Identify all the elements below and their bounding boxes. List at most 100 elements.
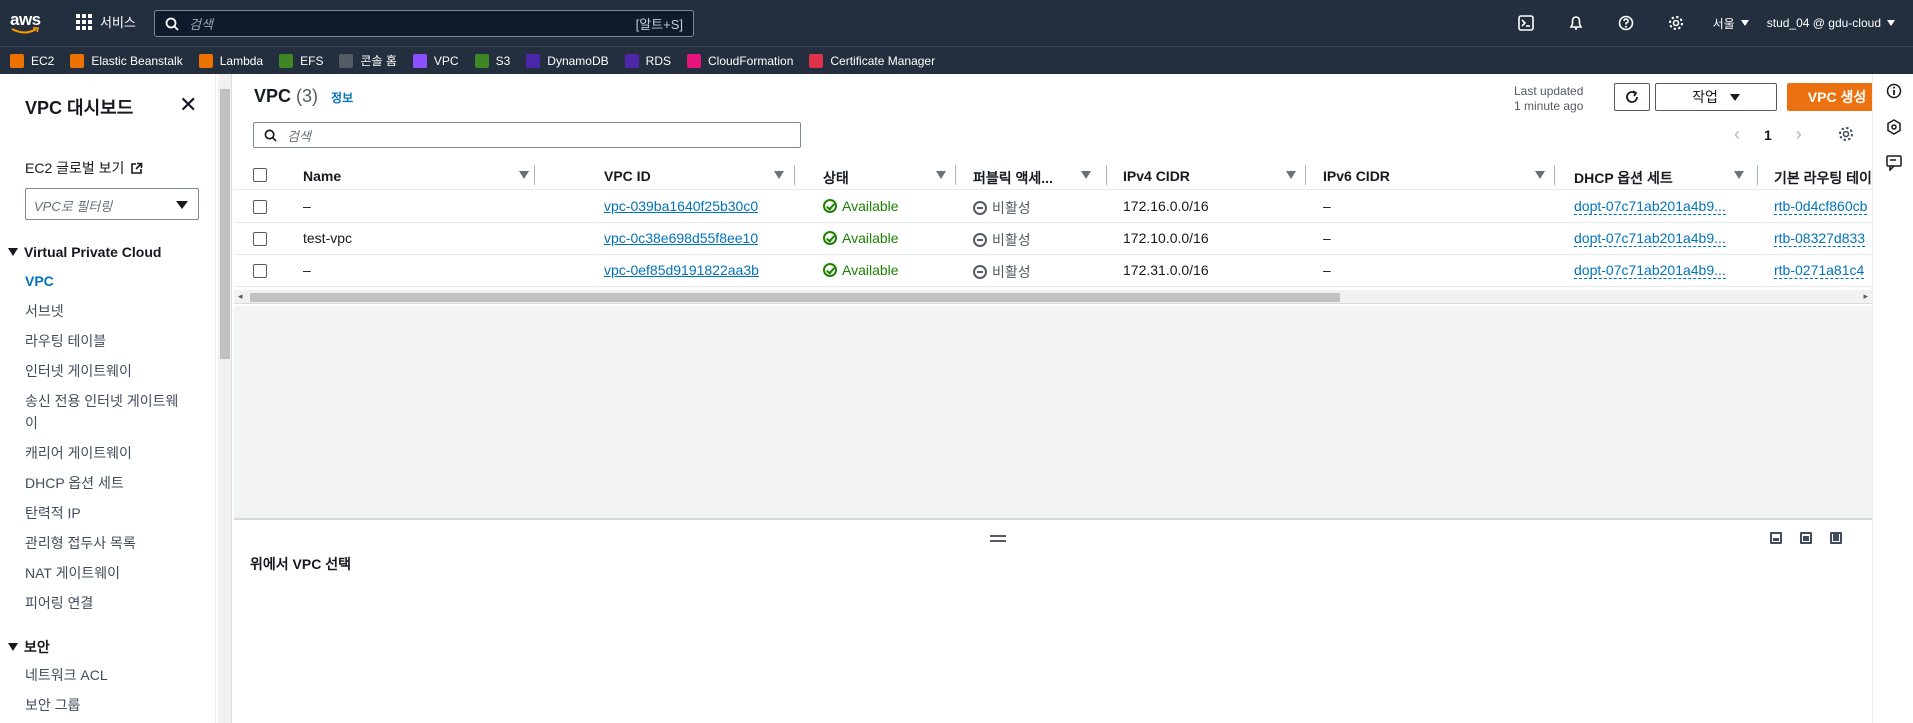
table-row[interactable]: test-vpc vpc-0c38e698d55f8ee10 Available… bbox=[234, 223, 1872, 255]
sidebar-item-security-groups[interactable]: 보안 그룹 bbox=[25, 694, 185, 716]
column-header-ipv4-cidr[interactable]: IPv4 CIDR bbox=[1123, 168, 1296, 184]
favorite-vpc[interactable]: VPC bbox=[412, 53, 459, 68]
sidebar-item-egress-only-igw[interactable]: 송신 전용 인터넷 게이트웨이 bbox=[25, 390, 185, 434]
sidebar-item-elastic-ip[interactable]: 탄력적 IP bbox=[25, 502, 185, 524]
sort-icon[interactable] bbox=[936, 171, 946, 179]
sort-icon[interactable] bbox=[1286, 171, 1296, 179]
section-security[interactable]: 보안 bbox=[8, 637, 50, 657]
select-all-checkbox[interactable] bbox=[253, 168, 267, 182]
aws-logo[interactable]: aws bbox=[10, 11, 44, 36]
favorite-s3[interactable]: S3 bbox=[474, 53, 510, 68]
close-icon[interactable]: ✕ bbox=[179, 94, 197, 116]
favorite-elastic-beanstalk[interactable]: Elastic Beanstalk bbox=[70, 53, 183, 68]
scroll-left-icon[interactable]: ◂ bbox=[238, 291, 243, 302]
favorite-rds[interactable]: RDS bbox=[624, 53, 671, 68]
column-header-name[interactable]: Name bbox=[303, 168, 529, 184]
region-selector[interactable]: 서울 bbox=[1713, 15, 1749, 32]
route-table-link[interactable]: rtb-0271a81c4 bbox=[1774, 262, 1865, 279]
sort-icon[interactable] bbox=[519, 171, 529, 179]
sidebar-item-vpc[interactable]: VPC bbox=[25, 270, 185, 292]
scroll-right-icon[interactable]: ▸ bbox=[1863, 291, 1868, 302]
settings-gear-icon[interactable] bbox=[1651, 15, 1701, 31]
favorite-dynamodb[interactable]: DynamoDB bbox=[526, 53, 609, 68]
feedback-icon[interactable] bbox=[1885, 154, 1903, 172]
sidebar-item-nat-gateways[interactable]: NAT 게이트웨이 bbox=[25, 562, 185, 584]
table-search-input[interactable]: 검색 bbox=[253, 122, 801, 148]
sidebar-item-peering-connections[interactable]: 피어링 연결 bbox=[25, 592, 185, 614]
favorite-efs[interactable]: EFS bbox=[279, 53, 323, 68]
info-link[interactable]: 정보 bbox=[331, 91, 353, 105]
sidebar-scrollbar[interactable] bbox=[218, 74, 232, 723]
help-icon[interactable] bbox=[1601, 15, 1651, 31]
favorite-lambda[interactable]: Lambda bbox=[198, 53, 263, 68]
column-header-public-access[interactable]: 퍼블릭 액세... bbox=[973, 168, 1091, 188]
cloudshell-icon[interactable] bbox=[1501, 15, 1551, 31]
panel-full-icon[interactable] bbox=[1830, 532, 1842, 544]
favorite-ec2[interactable]: EC2 bbox=[10, 53, 54, 68]
sidebar-item-internet-gateways[interactable]: 인터넷 게이트웨이 bbox=[25, 360, 185, 382]
row-checkbox[interactable] bbox=[253, 200, 267, 214]
table-settings-gear-icon[interactable] bbox=[1838, 126, 1854, 147]
dhcp-option-link[interactable]: dopt-07c71ab201a4b9... bbox=[1574, 230, 1726, 247]
section-virtual-private-cloud[interactable]: Virtual Private Cloud bbox=[8, 244, 161, 260]
panel-middle-icon[interactable] bbox=[1800, 532, 1812, 544]
services-menu-button[interactable]: 서비스 bbox=[76, 12, 136, 31]
vpc-id-link[interactable]: vpc-0c38e698d55f8ee10 bbox=[604, 230, 758, 246]
ec2-global-view-link[interactable]: EC2 글로벌 보기 bbox=[25, 158, 143, 178]
panel-bottom-icon[interactable] bbox=[1770, 532, 1782, 544]
table-horizontal-scrollbar[interactable]: ◂ ▸ bbox=[234, 290, 1872, 304]
actions-dropdown-button[interactable]: 작업 bbox=[1655, 83, 1777, 111]
column-divider[interactable] bbox=[1554, 165, 1555, 185]
vpc-id-link[interactable]: vpc-0ef85d9191822aa3b bbox=[604, 262, 759, 278]
split-panel-resize-handle[interactable] bbox=[990, 535, 1006, 545]
search-icon bbox=[264, 129, 277, 142]
sidebar-item-network-acls[interactable]: 네트워크 ACL bbox=[25, 664, 185, 686]
favorite-certificate-manager[interactable]: Certificate Manager bbox=[809, 53, 935, 68]
sort-icon[interactable] bbox=[1734, 171, 1744, 179]
column-divider[interactable] bbox=[534, 165, 535, 185]
resource-explorer-icon[interactable] bbox=[1885, 118, 1903, 136]
sidebar-item-subnets[interactable]: 서브넷 bbox=[25, 300, 185, 322]
row-checkbox[interactable] bbox=[253, 264, 267, 278]
column-header-main-route-table[interactable]: 기본 라우팅 테이 bbox=[1774, 168, 1872, 188]
column-divider[interactable] bbox=[955, 165, 956, 185]
column-header-ipv6-cidr[interactable]: IPv6 CIDR bbox=[1323, 168, 1545, 184]
sidebar-item-managed-prefix-lists[interactable]: 관리형 접두사 목록 bbox=[25, 532, 185, 554]
sort-icon[interactable] bbox=[1081, 171, 1091, 179]
refresh-button[interactable] bbox=[1614, 83, 1650, 111]
column-divider[interactable] bbox=[1305, 165, 1306, 185]
global-search-input[interactable]: 검색 [알트+S] bbox=[154, 10, 694, 37]
vpc-id-link[interactable]: vpc-039ba1640f25b30c0 bbox=[604, 198, 758, 214]
scrollbar-thumb[interactable] bbox=[220, 89, 230, 359]
info-icon[interactable] bbox=[1885, 82, 1903, 100]
favorite-console-home[interactable]: 콘솔 홈 bbox=[339, 52, 397, 69]
dhcp-option-link[interactable]: dopt-07c71ab201a4b9... bbox=[1574, 198, 1726, 215]
cell-name: – bbox=[303, 198, 311, 214]
sidebar-item-dhcp-option-sets[interactable]: DHCP 옵션 세트 bbox=[25, 472, 185, 494]
route-table-link[interactable]: rtb-08327d833 bbox=[1774, 230, 1866, 247]
sort-icon[interactable] bbox=[774, 171, 784, 179]
column-divider[interactable] bbox=[1106, 165, 1107, 185]
scrollbar-thumb[interactable] bbox=[250, 293, 1340, 302]
notifications-bell-icon[interactable] bbox=[1551, 15, 1601, 31]
favorite-cloudformation[interactable]: CloudFormation bbox=[687, 53, 793, 68]
table-row[interactable]: – vpc-0ef85d9191822aa3b Available 비활성 17… bbox=[234, 255, 1872, 287]
account-menu[interactable]: stud_04 @ gdu-cloud bbox=[1767, 16, 1895, 30]
column-header-dhcp-option-set[interactable]: DHCP 옵션 세트 bbox=[1574, 168, 1744, 188]
dhcp-option-link[interactable]: dopt-07c71ab201a4b9... bbox=[1574, 262, 1726, 279]
vpc-filter-select[interactable]: VPC로 필터링 bbox=[25, 188, 199, 220]
column-divider[interactable] bbox=[1757, 165, 1758, 185]
column-header-state[interactable]: 상태 bbox=[823, 168, 946, 188]
table-row[interactable]: – vpc-039ba1640f25b30c0 Available 비활성 17… bbox=[234, 191, 1872, 223]
sort-icon[interactable] bbox=[1535, 171, 1545, 179]
section-label: 보안 bbox=[24, 639, 50, 655]
route-table-link[interactable]: rtb-0d4cf860cb bbox=[1774, 198, 1868, 215]
sidebar-item-route-tables[interactable]: 라우팅 테이블 bbox=[25, 330, 185, 352]
sidebar-item-carrier-gateways[interactable]: 캐리어 게이트웨이 bbox=[25, 442, 185, 464]
column-header-vpc-id[interactable]: VPC ID bbox=[604, 168, 784, 184]
row-checkbox[interactable] bbox=[253, 232, 267, 246]
next-page-icon[interactable]: › bbox=[1796, 124, 1802, 145]
current-page[interactable]: 1 bbox=[1764, 127, 1772, 143]
prev-page-icon[interactable]: ‹ bbox=[1734, 124, 1740, 145]
column-divider[interactable] bbox=[794, 165, 795, 185]
